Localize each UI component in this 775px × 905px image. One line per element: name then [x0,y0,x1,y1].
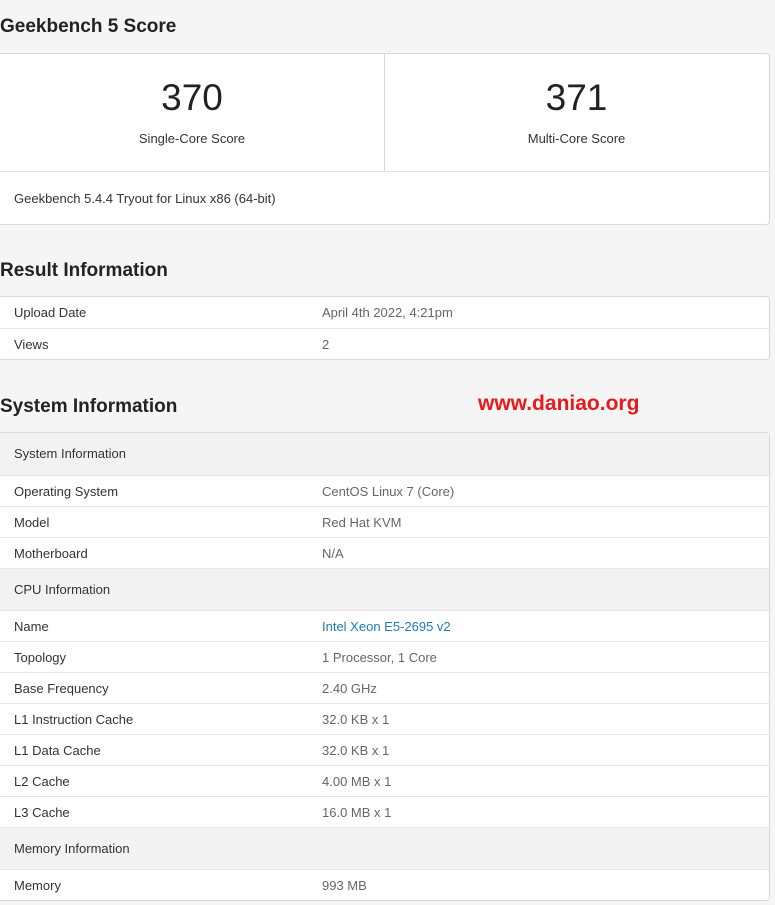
result-info-table: Upload Date April 4th 2022, 4:21pm Views… [0,296,770,360]
single-core-label: Single-Core Score [138,131,246,146]
table-row: Model Red Hat KVM [0,506,769,537]
row-value: N/A [322,546,344,561]
row-value: April 4th 2022, 4:21pm [322,305,453,320]
table-row: Memory 993 MB [0,869,769,900]
single-core-score: 370 [161,77,223,118]
row-key: L2 Cache [14,774,70,789]
table-row: Name Intel Xeon E5-2695 v2 [0,610,769,641]
table-row: L2 Cache 4.00 MB x 1 [0,765,769,796]
row-key: Memory [14,878,61,893]
system-info-title: System Information [0,396,178,417]
section-header-cpu: CPU Information [0,568,769,610]
row-key: Base Frequency [14,681,109,696]
multi-core-label: Multi-Core Score [527,131,626,146]
table-row: Upload Date April 4th 2022, 4:21pm [0,297,769,328]
result-info-title: Result Information [0,260,168,281]
table-row: Topology 1 Processor, 1 Core [0,641,769,672]
row-key: Name [14,619,49,634]
cpu-name-link[interactable]: Intel Xeon E5-2695 v2 [322,611,451,642]
row-key: Motherboard [14,546,88,561]
row-value: 16.0 MB x 1 [322,805,392,820]
row-key: Operating System [14,484,119,499]
score-card: 370 Single-Core Score 371 Multi-Core Sco… [0,53,770,225]
section-header-memory: Memory Information [0,827,769,869]
row-value: CentOS Linux 7 (Core) [322,484,455,499]
row-key: Upload Date [14,305,87,320]
row-value: 2 [322,337,330,352]
table-row: L1 Data Cache 32.0 KB x 1 [0,734,769,765]
multi-core-score: 371 [545,77,608,118]
table-row: Views 2 [0,328,769,359]
row-key: L3 Cache [14,805,70,820]
row-value: 32.0 KB x 1 [322,712,390,727]
table-row: Motherboard N/A [0,537,769,568]
row-value: Red Hat KVM [322,515,402,530]
row-value: 1 Processor, 1 Core [322,650,437,665]
row-value: 2.40 GHz [322,681,377,696]
row-key: Model [14,515,50,530]
row-value: 32.0 KB x 1 [322,743,390,758]
row-key: L1 Instruction Cache [14,712,134,727]
section-header-system: System Information [0,433,769,475]
watermark: www.daniao.org [478,392,640,415]
table-row: Base Frequency 2.40 GHz [0,672,769,703]
row-key: Views [14,337,49,352]
table-row: L1 Instruction Cache 32.0 KB x 1 [0,703,769,734]
system-info-table: System Information Operating System Cent… [0,432,770,901]
row-key: L1 Data Cache [14,743,101,758]
row-value: 993 MB [322,878,367,893]
table-row: L3 Cache 16.0 MB x 1 [0,796,769,827]
version-text: Geekbench 5.4.4 Tryout for Linux x86 (64… [0,171,769,226]
row-key: Topology [14,650,67,665]
row-value: 4.00 MB x 1 [322,774,392,789]
score-section-title: Geekbench 5 Score [0,16,177,37]
multi-core-score-box: 371 Multi-Core Score [384,54,769,171]
single-core-score-box: 370 Single-Core Score [0,54,385,171]
table-row: Operating System CentOS Linux 7 (Core) [0,475,769,506]
